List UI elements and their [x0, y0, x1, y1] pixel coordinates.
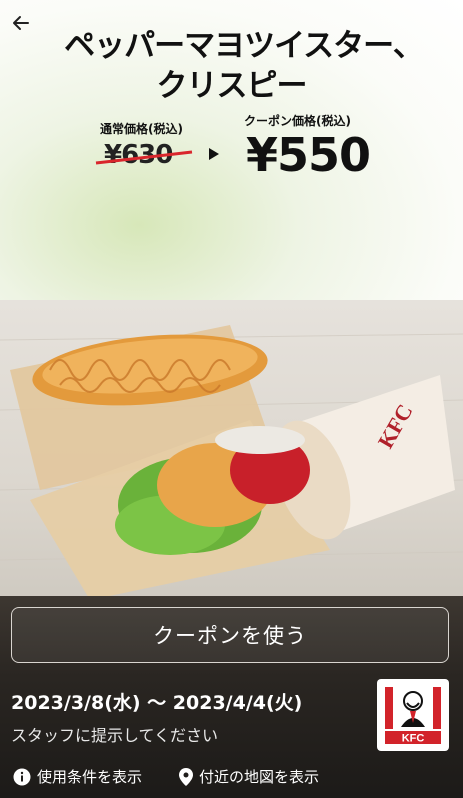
- product-title-line1: ペッパーマヨツイスター、: [64, 28, 424, 64]
- strikethrough-line: [95, 150, 193, 165]
- staff-note: スタッフに提示してください: [11, 726, 219, 745]
- show-terms-label: 使用条件を表示: [37, 768, 143, 786]
- kfc-logo: KFC: [377, 679, 449, 751]
- show-map-label: 付近の地図を表示: [199, 768, 320, 786]
- use-coupon-button[interactable]: クーポンを使う: [11, 607, 449, 663]
- product-image: KFC: [0, 300, 463, 600]
- regular-price-label: 通常価格(税込): [100, 122, 183, 136]
- header-area: ペッパーマヨツイスター、 クリスピー 通常価格(税込) クーポン価格(税込) ¥…: [0, 0, 463, 300]
- kfc-logo-text: KFC: [402, 733, 425, 745]
- coupon-price-label: クーポン価格(税込): [244, 114, 351, 128]
- price-arrow-icon: [209, 148, 219, 160]
- info-icon: [13, 768, 31, 785]
- use-coupon-label: クーポンを使う: [153, 624, 307, 648]
- coupon-price: ¥550: [246, 128, 371, 182]
- show-map-link[interactable]: 付近の地図を表示: [179, 766, 319, 787]
- show-terms-link[interactable]: 使用条件を表示: [13, 766, 142, 787]
- validity-period: 2023/3/8(水) 〜 2023/4/4(火): [11, 692, 303, 714]
- product-title-line2: クリスピー: [156, 68, 308, 104]
- location-pin-icon: [179, 767, 193, 786]
